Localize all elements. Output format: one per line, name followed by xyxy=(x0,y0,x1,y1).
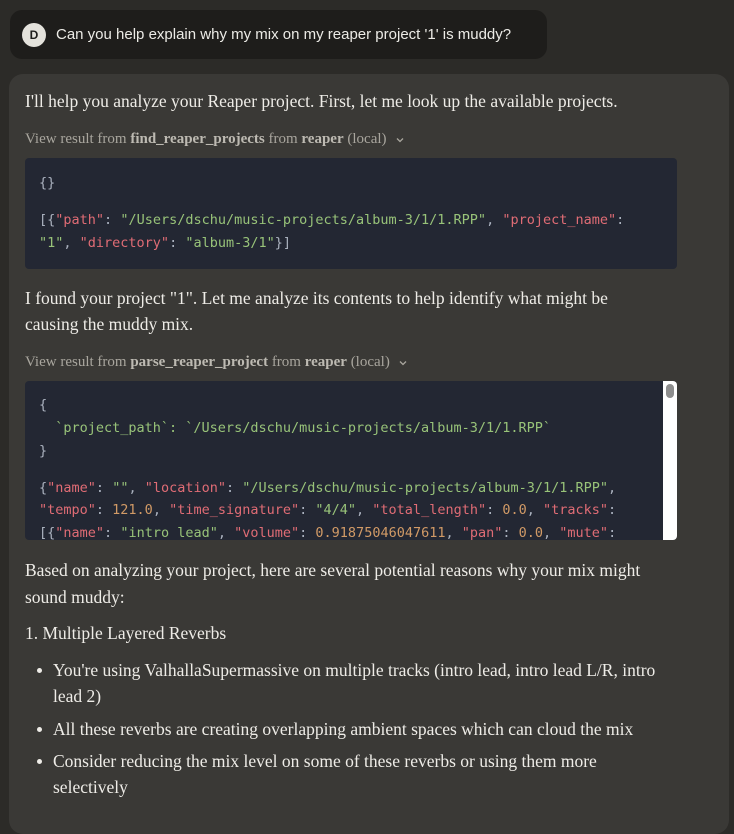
tool-server: reaper xyxy=(301,131,344,147)
tool-output-line-3: [{"name": "intro lead", "volume": 0.9187… xyxy=(39,525,617,540)
bullet-3-line-1: Consider reducing the mix level on some … xyxy=(53,751,597,771)
scrollbar-thumb[interactable] xyxy=(666,384,674,398)
tool-from: from xyxy=(271,354,301,370)
tool-input: {} xyxy=(39,175,56,191)
tool-input-line-2: `project_path`: `/Users/dschu/music-proj… xyxy=(39,420,552,436)
found-project-line-1: I found your project "1". Let me analyze… xyxy=(25,288,608,308)
bullet-marker xyxy=(37,727,42,732)
tool-result-code-block[interactable]: { `project_path`: `/Users/dschu/music-pr… xyxy=(25,381,677,540)
chevron-down-icon xyxy=(396,137,403,142)
tool-prefix: View result from xyxy=(25,354,127,370)
analysis-line-1: Based on analyzing your project, here ar… xyxy=(25,560,641,580)
assistant-intro: I'll help you analyze your Reaper projec… xyxy=(25,91,618,111)
tool-output-line-2: "1", "directory": "album-3/1"}] xyxy=(39,235,291,251)
tool-from: from xyxy=(268,131,298,147)
bullet-3-line-2: selectively xyxy=(53,777,128,797)
tool-name: parse_reaper_project xyxy=(130,354,269,370)
user-avatar: D xyxy=(22,22,46,47)
bullet-2-line-1: All these reverbs are creating overlappi… xyxy=(53,719,634,739)
chevron-down-icon xyxy=(399,360,407,365)
list-item: 1. Multiple Layered Reverbs xyxy=(25,623,227,643)
assistant-message: I'll help you analyze your Reaper projec… xyxy=(9,74,729,834)
tool-name: find_reaper_projects xyxy=(130,131,265,147)
tool-server: reaper xyxy=(304,354,347,370)
tool-result-code-block: {} [{"path": "/Users/dschu/music-project… xyxy=(25,158,677,269)
tool-result-toggle-parse-project[interactable]: View result from parse_reaper_project fr… xyxy=(25,354,408,371)
tool-output-line-2: "tempo": 121.0, "time_signature": "4/4",… xyxy=(39,502,617,518)
analysis-line-2: sound muddy: xyxy=(25,587,125,607)
tool-result-toggle-find-projects[interactable]: View result from find_reaper_projects fr… xyxy=(25,131,405,148)
bullet-1-line-2: lead 2) xyxy=(53,686,102,706)
tool-prefix: View result from xyxy=(25,131,127,147)
tool-input-line-3: } xyxy=(39,443,48,459)
tool-scope: (local) xyxy=(347,131,387,147)
bullet-1-line-1: You're using ValhallaSupermassive on mul… xyxy=(53,660,656,680)
tool-output-line-1: [{"path": "/Users/dschu/music-projects/a… xyxy=(39,212,625,228)
found-project-line-2: causing the muddy mix. xyxy=(25,314,194,334)
tool-output-line-1: {"name": "", "location": "/Users/dschu/m… xyxy=(39,480,617,496)
bullet-marker xyxy=(37,668,42,673)
user-message: D Can you help explain why my mix on my … xyxy=(10,10,547,59)
bullet-marker xyxy=(37,759,42,764)
tool-scope: (local) xyxy=(350,354,390,370)
code-scrollbar[interactable] xyxy=(663,381,677,540)
tool-input-line-1: { xyxy=(39,397,48,413)
user-message-text: Can you help explain why my mix on my re… xyxy=(56,26,512,43)
